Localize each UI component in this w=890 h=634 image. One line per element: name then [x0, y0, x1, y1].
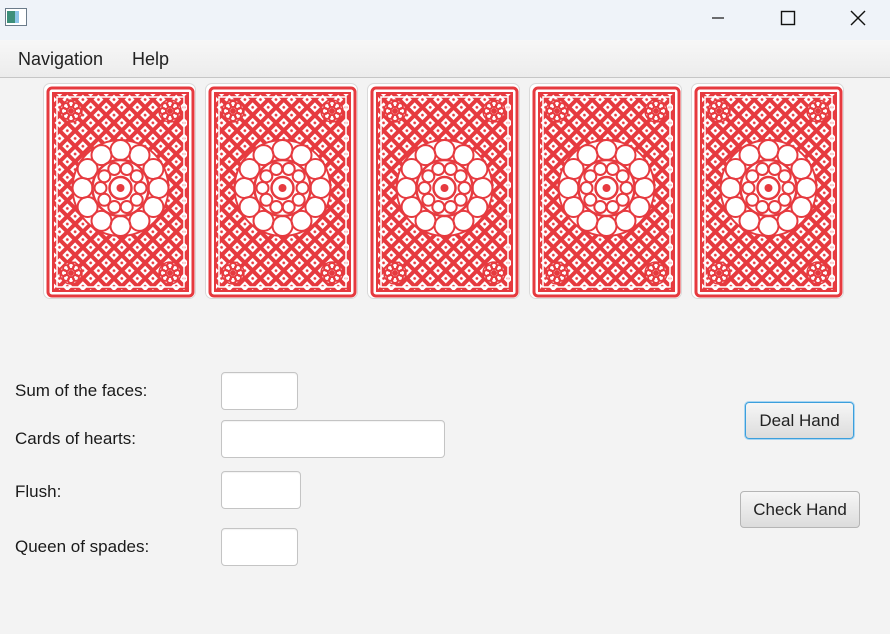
maximize-button[interactable] [753, 0, 823, 36]
check-hand-button[interactable]: Check Hand [740, 491, 860, 528]
card-back [367, 83, 520, 299]
sum-of-faces-label: Sum of the faces: [15, 381, 148, 400]
close-button[interactable] [823, 0, 890, 36]
cards-of-hearts-field[interactable] [221, 420, 445, 458]
minimize-icon [712, 17, 724, 19]
menu-bar: Navigation Help [0, 40, 890, 78]
close-icon [850, 10, 866, 26]
card-back [205, 83, 358, 299]
card-back [691, 83, 844, 299]
title-bar [0, 0, 890, 40]
card-back [43, 83, 196, 299]
maximize-icon [780, 10, 796, 26]
card-back [529, 83, 682, 299]
queen-of-spades-label: Queen of spades: [15, 537, 150, 556]
queen-of-spades-field[interactable] [221, 528, 298, 566]
menu-navigation[interactable]: Navigation [18, 49, 103, 70]
deal-hand-button[interactable]: Deal Hand [745, 402, 854, 439]
sum-of-faces-field[interactable] [221, 372, 298, 410]
flush-field[interactable] [221, 471, 301, 509]
app-icon [5, 8, 27, 26]
flush-label: Flush: [15, 482, 62, 501]
minimize-button[interactable] [683, 0, 753, 36]
menu-help[interactable]: Help [132, 49, 169, 70]
cards-of-hearts-label: Cards of hearts: [15, 429, 136, 448]
